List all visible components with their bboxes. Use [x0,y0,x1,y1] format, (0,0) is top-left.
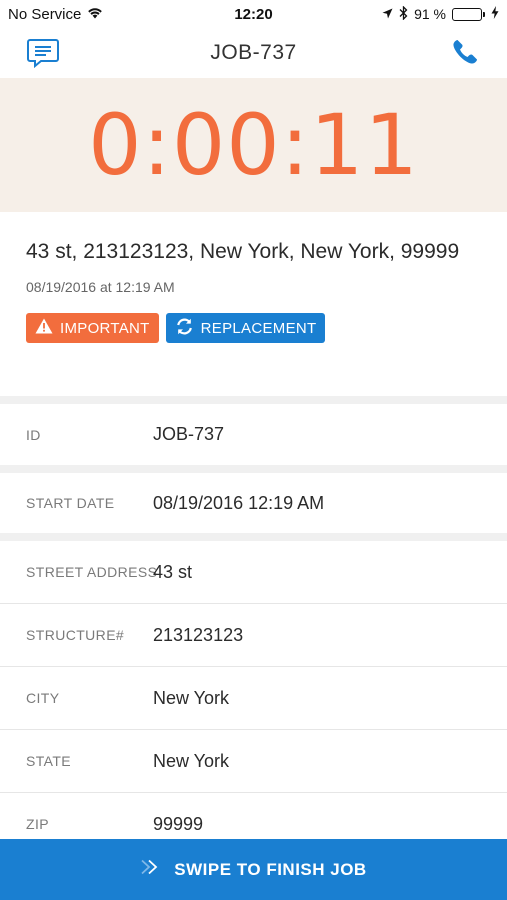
detail-value-structure: 213123123 [153,624,244,645]
detail-label-start-date: START DATE [26,495,115,511]
replacement-tag: REPLACEMENT [165,313,326,343]
double-chevron-right-icon [140,859,166,880]
job-summary: 43 st, 213123123, New York, New York, 99… [0,212,507,396]
job-address: 43 st, 213123123, New York, New York, 99… [26,240,460,263]
detail-row-id: ID JOB-737 [0,404,507,465]
detail-value-street-address: 43 st [153,561,193,582]
swipe-label: SWIPE TO FINISH JOB [174,859,367,879]
detail-value-id: JOB-737 [153,424,225,444]
chat-icon[interactable] [27,38,59,69]
phone-icon[interactable] [451,38,479,66]
detail-row-structure: STRUCTURE# 213123123 [0,604,507,666]
detail-label-street-address: STREET ADDRESS [26,564,158,580]
important-tag-label: IMPORTANT [60,319,150,337]
detail-label-structure: STRUCTURE# [26,627,125,643]
battery-icon [452,7,485,21]
detail-value-start-date: 08/19/2016 12:19 AM [153,492,325,513]
detail-row-street-address: STREET ADDRESS 43 st [0,541,507,603]
status-time: 12:20 [234,5,273,23]
location-arrow-icon [382,6,393,22]
charging-bolt-icon [491,6,499,22]
status-left: No Service [8,6,188,23]
detail-label-state: STATE [26,753,72,769]
detail-label-zip: ZIP [26,816,49,832]
elapsed-timer: 0:00:11 [88,96,419,194]
status-right: 91 % [319,4,499,23]
detail-row-state: STATE New York [0,730,507,792]
status-bar: No Service 12:20 91 % [0,0,507,28]
carrier-label: No Service [8,5,82,23]
timer-panel: 0:00:11 [0,78,507,212]
section-divider [0,396,507,404]
important-tag: IMPORTANT [26,313,159,343]
detail-value-zip: 99999 [153,813,204,834]
replacement-tag-label: REPLACEMENT [200,319,317,337]
detail-row-city: CITY New York [0,667,507,729]
swipe-to-finish-button[interactable]: SWIPE TO FINISH JOB [0,839,507,900]
refresh-icon [175,317,194,340]
job-datetime: 08/19/2016 at 12:19 AM [26,279,175,295]
nav-bar: JOB-737 [0,28,507,78]
wifi-icon [87,6,103,23]
detail-label-city: CITY [26,690,60,706]
page-title: JOB-737 [210,41,297,64]
warning-icon [35,318,53,338]
bluetooth-icon [399,4,408,23]
battery-percent: 91 % [414,6,446,22]
detail-value-city: New York [153,687,230,708]
section-divider [0,533,507,541]
detail-value-state: New York [153,750,230,771]
detail-label-id: ID [26,426,41,443]
detail-row-start-date: START DATE 08/19/2016 12:19 AM [0,473,507,533]
tag-list: IMPORTANT REPLACEMENT [26,313,481,343]
section-divider [0,465,507,473]
